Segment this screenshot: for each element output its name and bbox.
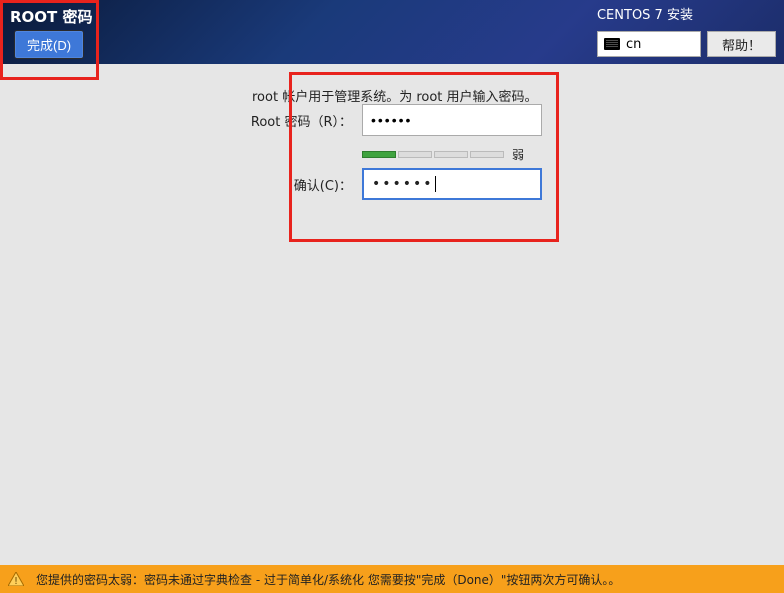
- keyboard-icon: [604, 38, 620, 50]
- warning-text: 您提供的密码太弱：密码未通过字典检查 - 过于简单化/系统化 您需要按"完成（D…: [36, 571, 620, 588]
- strength-meter: [362, 151, 504, 158]
- confirm-row: 确认(C)： ••••••: [232, 168, 542, 200]
- confirm-value: ••••••: [372, 176, 434, 192]
- password-row: Root 密码（R）：: [232, 104, 542, 136]
- keyboard-layout-selector[interactable]: cn: [597, 31, 701, 57]
- strength-label: 弱: [512, 146, 524, 163]
- svg-text:!: !: [14, 576, 18, 586]
- header-right-row: cn 帮助！: [597, 31, 776, 57]
- confirm-password-input[interactable]: ••••••: [362, 168, 542, 200]
- confirm-label: 确认(C)：: [232, 175, 352, 194]
- meter-seg-2: [398, 151, 432, 158]
- instruction-text: root 帐户用于管理系统。为 root 用户输入密码。: [252, 86, 538, 105]
- page-title: ROOT 密码: [10, 6, 93, 27]
- caret: [435, 176, 436, 192]
- meter-seg-4: [470, 151, 504, 158]
- warning-bar: ! 您提供的密码太弱：密码未通过字典检查 - 过于简单化/系统化 您需要按"完成…: [0, 565, 784, 593]
- help-button[interactable]: 帮助！: [707, 31, 776, 57]
- header-right: CENTOS 7 安装 cn 帮助！: [597, 4, 776, 57]
- done-button[interactable]: 完成(D): [14, 30, 84, 59]
- install-title: CENTOS 7 安装: [597, 4, 693, 23]
- meter-seg-3: [434, 151, 468, 158]
- warning-icon: !: [8, 572, 24, 586]
- meter-seg-1: [362, 151, 396, 158]
- root-password-input[interactable]: [362, 104, 542, 136]
- content: root 帐户用于管理系统。为 root 用户输入密码。 Root 密码（R）：…: [0, 64, 784, 565]
- password-strength: 弱: [362, 146, 524, 163]
- password-label: Root 密码（R）：: [232, 111, 352, 130]
- header: ROOT 密码 完成(D) CENTOS 7 安装 cn 帮助！: [0, 0, 784, 64]
- lang-code: cn: [626, 37, 641, 52]
